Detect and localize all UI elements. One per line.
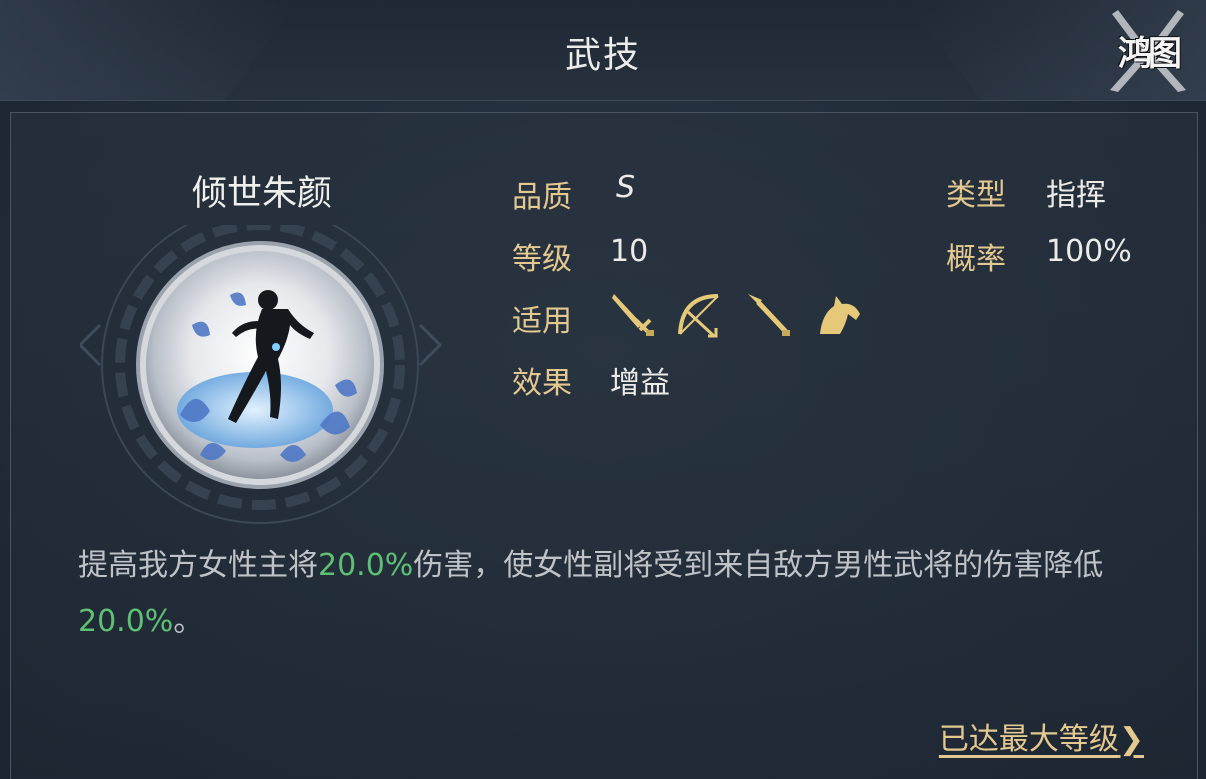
chevron-right-icon: ❯ xyxy=(1118,722,1144,757)
applicable-label: 适用 xyxy=(512,304,572,339)
header-bar: 武技 鸿图 xyxy=(0,0,1206,101)
effect-label: 效果 xyxy=(512,366,572,401)
game-logo: 鸿图 xyxy=(1108,6,1188,94)
level-value: 10 xyxy=(610,234,649,269)
spear-icon xyxy=(748,294,790,336)
type-label: 类型 xyxy=(946,178,1006,213)
chance-label: 概率 xyxy=(946,242,1006,277)
description-text: 伤害，使女性副将受到来自敌方男性武将的伤害降低 xyxy=(413,548,1104,583)
effect-value: 增益 xyxy=(610,366,670,401)
quality-value: S xyxy=(616,170,636,205)
logo-text: 鸿图 xyxy=(1118,34,1182,74)
quality-label: 品质 xyxy=(512,180,572,215)
horse-icon xyxy=(820,296,860,334)
description-value: 20.0% xyxy=(78,604,174,639)
description-text: 。 xyxy=(173,604,204,639)
type-value: 指挥 xyxy=(1046,178,1106,213)
max-level-text: 已达最大等级 xyxy=(938,722,1119,757)
description-value: 20.0% xyxy=(318,548,414,583)
max-level-link[interactable]: 已达最大等级❯ xyxy=(939,714,1144,758)
bow-icon xyxy=(678,294,719,338)
sword-icon xyxy=(612,294,654,336)
page-title: 武技 xyxy=(564,35,641,76)
level-label: 等级 xyxy=(512,242,572,277)
chance-value: 100% xyxy=(1046,234,1132,269)
skill-name: 倾世朱颜 xyxy=(191,174,332,214)
skill-emblem xyxy=(80,225,443,524)
skill-description: 提高我方女性主将20.0%伤害，使女性副将受到来自敌方男性武将的伤害降低20.0… xyxy=(78,538,1138,650)
description-text: 提高我方女性主将 xyxy=(78,548,318,583)
